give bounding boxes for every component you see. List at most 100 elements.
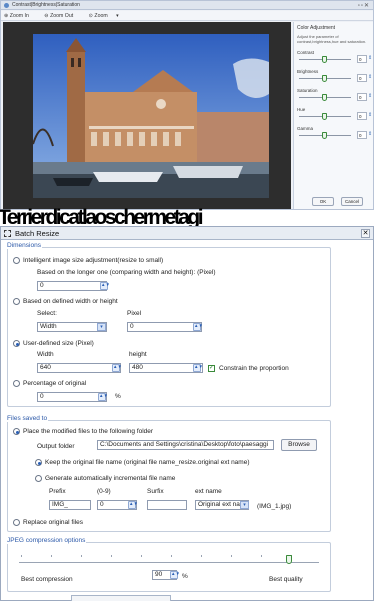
ok-button[interactable]: OK [312, 197, 334, 206]
church-photo [33, 34, 269, 198]
window-titlebar: Contrast|Brightness|Saturation ▫▫✕ [1, 1, 373, 10]
spinner-icon[interactable]: ⇕ [368, 131, 372, 137]
user-defined-label: User-defined size (Pixel) [23, 340, 94, 347]
ext-name-label: ext name [195, 488, 222, 495]
panel-title: Color Adjustment [297, 25, 336, 31]
slider-value[interactable]: 0 [357, 74, 367, 82]
zoom-in-button[interactable]: ⊕ Zoom In [4, 13, 36, 19]
defined-size-radio[interactable] [13, 298, 20, 305]
app-icon [4, 3, 9, 8]
slider-value[interactable]: 0 [357, 112, 367, 120]
slider-value[interactable]: 0 [357, 55, 367, 63]
prefix-input[interactable]: IMG_ [49, 500, 91, 510]
constrain-checkbox[interactable]: ✓ [208, 365, 215, 372]
place-folder-label: Place the modified files to the followin… [23, 428, 154, 435]
slider-value[interactable]: 0 [357, 131, 367, 139]
constrain-label: Constrain the proportion [219, 365, 289, 372]
slider-tick [201, 555, 202, 557]
slider-tick [231, 555, 232, 557]
cancel-button[interactable]: Cancel [341, 197, 363, 206]
browse-button[interactable]: Browse [281, 439, 317, 451]
spinner-icon[interactable]: ▲▼ [193, 364, 203, 372]
percentage-input[interactable]: 0 [37, 392, 107, 402]
hue-slider: Hue 0 ⇕ [297, 107, 372, 126]
select-label: Select: [37, 310, 57, 317]
replace-files-radio[interactable] [13, 519, 20, 526]
range-label: (0-9) [97, 488, 111, 495]
slider-handle[interactable] [322, 56, 327, 63]
image-toolbar: ⊕ Zoom In ⊖ Zoom Out ⊙ Zoom ▾ [1, 11, 373, 21]
spinner-icon[interactable]: ⇕ [368, 93, 372, 99]
suffix-input[interactable] [147, 500, 187, 510]
gamma-slider: Gamma 0 ⇕ [297, 126, 372, 145]
slider-value[interactable]: 0 [357, 93, 367, 101]
longer-one-label: Based on the longer one (comparing width… [37, 269, 216, 276]
spinner-icon[interactable]: ▲▼ [193, 323, 203, 331]
place-folder-radio[interactable] [13, 428, 20, 435]
user-defined-radio[interactable] [13, 340, 20, 347]
best-quality-label: Best quality [269, 576, 303, 583]
chevron-down-icon[interactable]: ▾ [240, 501, 249, 509]
suffix-label: Surfix [147, 488, 164, 495]
replace-files-label: Replace original files [23, 519, 83, 526]
height-input[interactable]: 480 [129, 363, 203, 373]
zoom-out-button[interactable]: ⊖ Zoom Out [44, 13, 80, 19]
intelligent-size-radio[interactable] [13, 257, 20, 264]
best-compression-label: Best compression [21, 576, 73, 583]
spinner-icon[interactable]: ⇕ [368, 74, 372, 80]
chevron-down-icon[interactable]: ▾ [97, 323, 106, 331]
spinner-icon[interactable]: ▲▼ [100, 282, 110, 290]
slider-tick [171, 555, 172, 557]
generate-name-radio[interactable] [35, 475, 42, 482]
slider-handle[interactable] [322, 75, 327, 82]
pixel-label: Pixel [127, 310, 142, 317]
slider-tick [51, 555, 52, 557]
slider-tick [21, 555, 22, 557]
quality-slider-track[interactable] [19, 562, 319, 563]
close-icon[interactable]: ✕ [361, 229, 370, 238]
dialog-titlebar: Batch Resize ✕ [1, 227, 373, 240]
pixel-input[interactable]: 0 [127, 322, 202, 332]
color-adjust-window: Contrast|Brightness|Saturation ▫▫✕ ⊕ Zoo… [0, 0, 374, 210]
percentage-radio[interactable] [13, 380, 20, 387]
files-saved-legend: Files saved to [6, 415, 49, 422]
slider-handle[interactable] [322, 94, 327, 101]
keep-name-radio[interactable] [35, 459, 42, 466]
resize-icon [4, 230, 11, 237]
window-controls[interactable]: ▫▫✕ [358, 2, 370, 11]
defined-size-label: Based on defined width or height [23, 298, 118, 305]
jpeg-group [7, 542, 331, 592]
slider-tick [111, 555, 112, 557]
height-label: height [129, 351, 147, 358]
saturation-slider: Saturation 0 ⇕ [297, 88, 372, 107]
panel-description: Adjust the parameter of contrast,brightn… [297, 34, 367, 44]
slider-tick [141, 555, 142, 557]
spinner-icon[interactable]: ⇕ [368, 112, 372, 118]
generate-name-label: Generate automatically incremental file … [45, 475, 176, 482]
spinner-icon[interactable]: ▲▼ [170, 571, 180, 579]
brightness-slider: Brightness 0 ⇕ [297, 69, 372, 88]
spinner-icon[interactable]: ▲▼ [128, 501, 138, 509]
batch-resize-dialog: Batch Resize ✕ Dimensions Intelligent im… [0, 226, 374, 601]
dialog-title: Batch Resize [15, 229, 60, 238]
slider-handle[interactable] [322, 132, 327, 139]
width-label: Width [37, 351, 54, 358]
longer-side-input[interactable]: 0 [37, 281, 107, 291]
slider-handle[interactable] [322, 113, 327, 120]
output-folder-input[interactable]: C:\Documents and Settings\cristina\Deskt… [97, 440, 274, 450]
spinner-icon[interactable]: ▲▼ [112, 364, 122, 372]
window-title: Contrast|Brightness|Saturation [12, 2, 80, 8]
quality-slider-handle[interactable] [286, 555, 292, 564]
contrast-slider: Contrast 0 ⇕ [297, 50, 372, 69]
prefix-label: Prefix [49, 488, 66, 495]
keep-name-label: Keep the original file name (original fi… [45, 459, 250, 466]
intelligent-size-label: Intelligent image size adjustment(resize… [23, 257, 164, 264]
zoom-dropdown-button[interactable]: ⊙ Zoom ▾ [89, 13, 119, 19]
spinner-icon[interactable]: ⇕ [368, 55, 372, 61]
spinner-icon[interactable]: ▲▼ [98, 393, 108, 401]
slider-tick [261, 555, 262, 557]
width-input[interactable]: 640 [37, 363, 121, 373]
percentage-label: Percentage of original [23, 380, 87, 387]
jpeg-legend: JPEG compression options [6, 537, 87, 544]
slider-tick [81, 555, 82, 557]
